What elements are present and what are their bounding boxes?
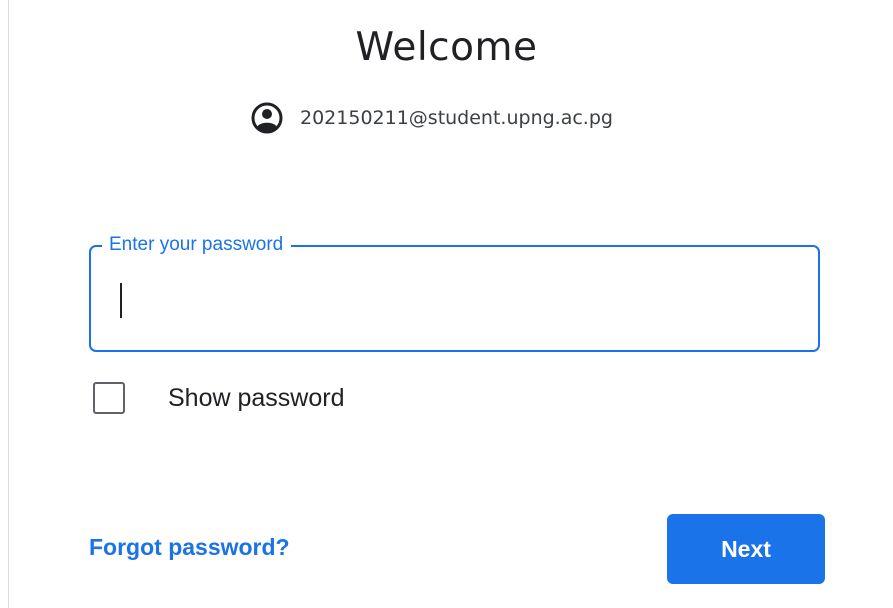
show-password-label[interactable]: Show password [168, 384, 344, 413]
account-chip[interactable]: 202150211@student.upng.ac.pg [250, 100, 613, 136]
show-password-row[interactable]: Show password [93, 378, 344, 418]
forgot-password-link[interactable]: Forgot password? [89, 534, 290, 561]
next-button[interactable]: Next [667, 514, 825, 584]
text-caret [120, 283, 122, 318]
sign-in-page: Welcome 202150211@student.upng.ac.pg Ent… [0, 0, 893, 608]
show-password-checkbox[interactable] [93, 382, 125, 414]
account-email: 202150211@student.upng.ac.pg [300, 107, 613, 129]
left-border-divider [8, 0, 9, 608]
page-title: Welcome [355, 25, 538, 70]
account-circle-icon [250, 101, 284, 135]
password-input[interactable] [109, 275, 803, 327]
password-field-label: Enter your password [102, 232, 292, 258]
